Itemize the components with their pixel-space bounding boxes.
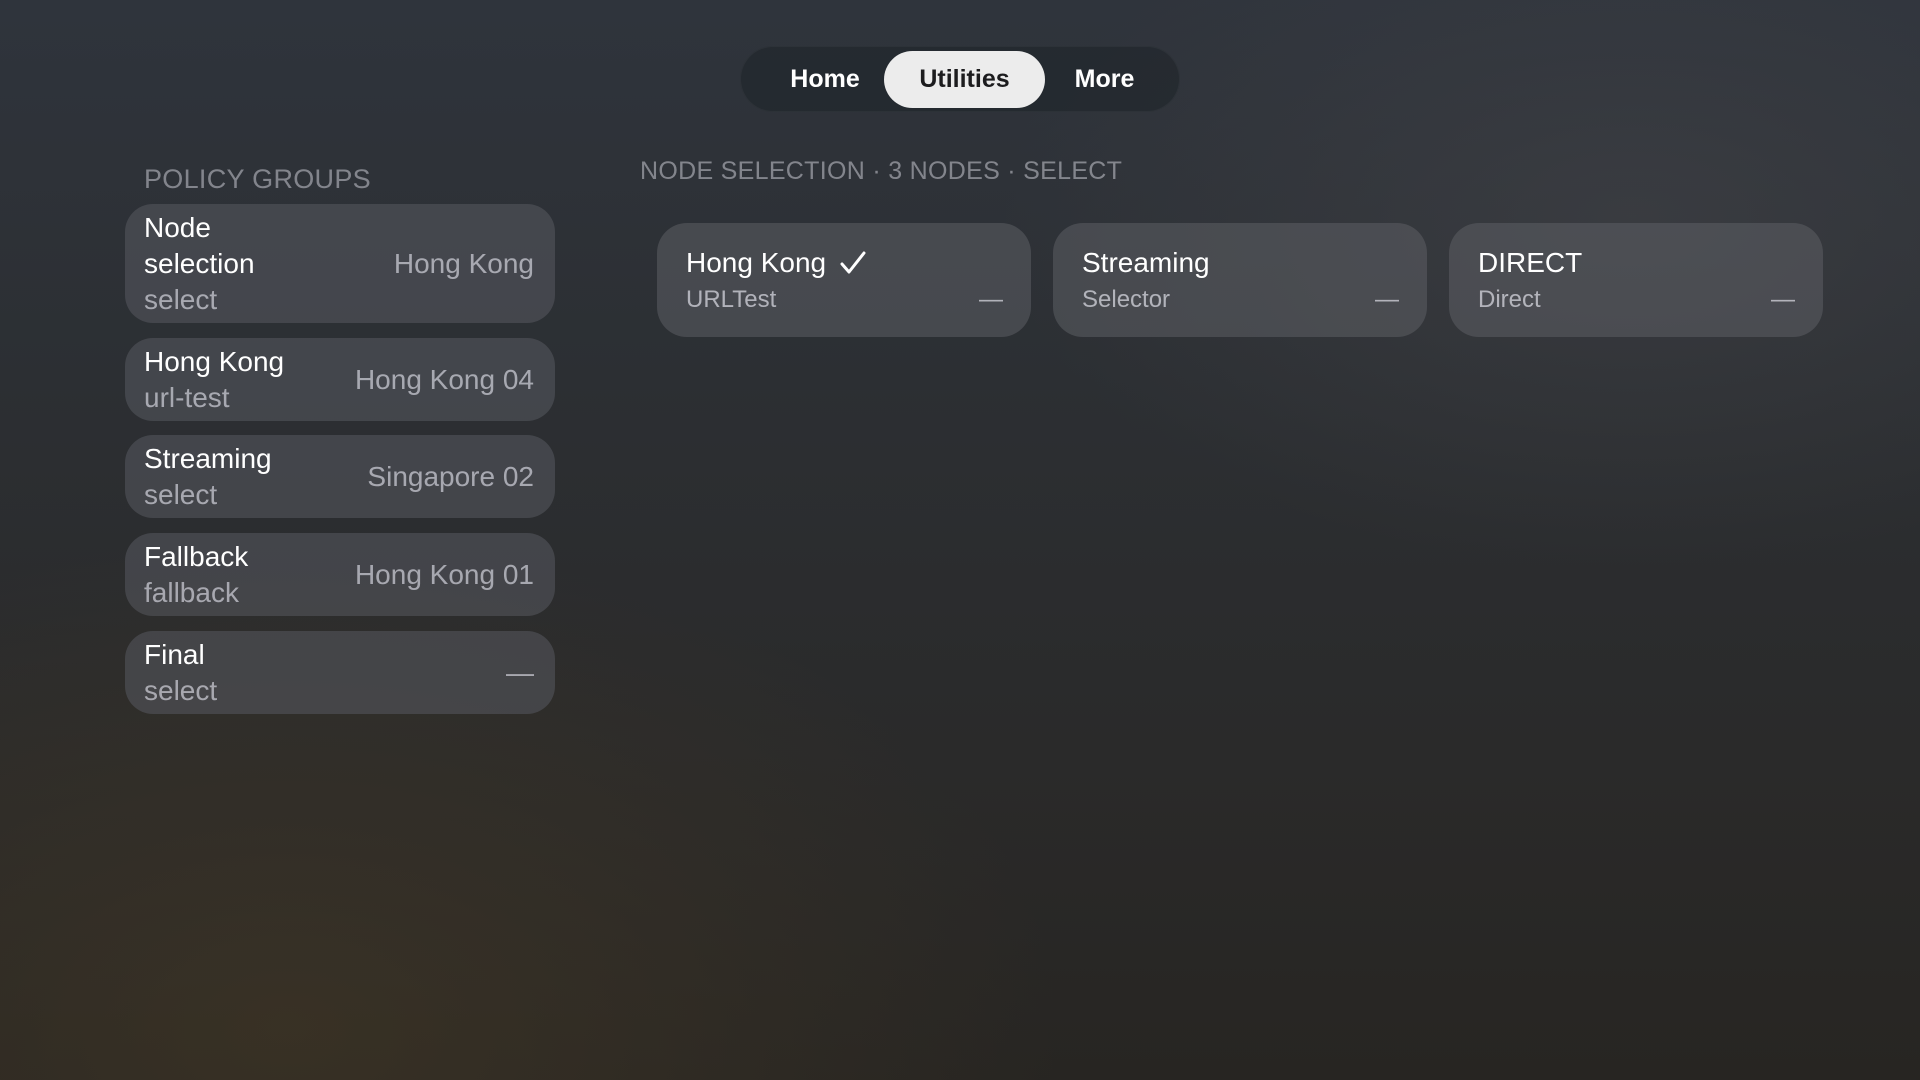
tab-home[interactable]: Home xyxy=(765,51,885,108)
node-latency: — xyxy=(1771,286,1795,313)
node-card-direct[interactable]: DIRECT Direct — xyxy=(1449,223,1823,337)
policy-group-current: Singapore 02 xyxy=(367,460,534,492)
policy-group-type: select xyxy=(144,674,218,706)
tab-utilities[interactable]: Utilities xyxy=(884,51,1045,108)
node-name: DIRECT xyxy=(1478,247,1583,278)
policy-group-current: Hong Kong xyxy=(393,247,534,279)
node-kind: URLTest xyxy=(686,286,777,313)
node-kind: Direct xyxy=(1478,286,1541,313)
policy-group-name: Fallback xyxy=(144,540,249,572)
node-latency: — xyxy=(1375,286,1399,313)
policy-group-name: Hong Kong xyxy=(144,345,285,377)
policy-group-current: — xyxy=(506,656,534,688)
policy-group-node-selection[interactable]: Node selection select Hong Kong xyxy=(125,204,555,323)
policy-group-name: Final xyxy=(144,638,205,670)
node-kind: Selector xyxy=(1082,286,1171,313)
policy-group-type: url-test xyxy=(144,381,230,413)
policy-group-current: Hong Kong 04 xyxy=(354,363,534,395)
node-latency: — xyxy=(979,286,1003,313)
policy-group-type: fallback xyxy=(144,576,239,608)
policy-group-hong-kong[interactable]: Hong Kong url-test Hong Kong 04 xyxy=(125,338,555,421)
node-card-hong-kong[interactable]: Hong Kong URLTest — xyxy=(657,223,1031,337)
node-name: Hong Kong xyxy=(686,247,827,278)
node-name: Streaming xyxy=(1082,247,1210,278)
policy-group-type: select xyxy=(144,478,218,510)
policy-group-type: select xyxy=(144,283,218,315)
node-selection-heading: NODE SELECTION · 3 NODES · SELECT xyxy=(640,157,1123,185)
top-tab-bar: Home Utilities More xyxy=(740,46,1180,112)
policy-group-streaming[interactable]: Streaming select Singapore 02 xyxy=(125,435,555,518)
policy-group-fallback[interactable]: Fallback fallback Hong Kong 01 xyxy=(125,533,555,616)
node-card-streaming[interactable]: Streaming Selector — xyxy=(1053,223,1427,337)
tab-more[interactable]: More xyxy=(1052,51,1157,108)
policy-groups-heading: POLICY GROUPS xyxy=(144,164,371,194)
policy-group-name: Streaming xyxy=(144,442,272,474)
policy-group-current: Hong Kong 01 xyxy=(354,558,534,590)
policy-group-name: Node selection xyxy=(144,211,255,279)
policy-group-final[interactable]: Final select — xyxy=(125,631,555,714)
checkmark-icon xyxy=(838,248,868,278)
